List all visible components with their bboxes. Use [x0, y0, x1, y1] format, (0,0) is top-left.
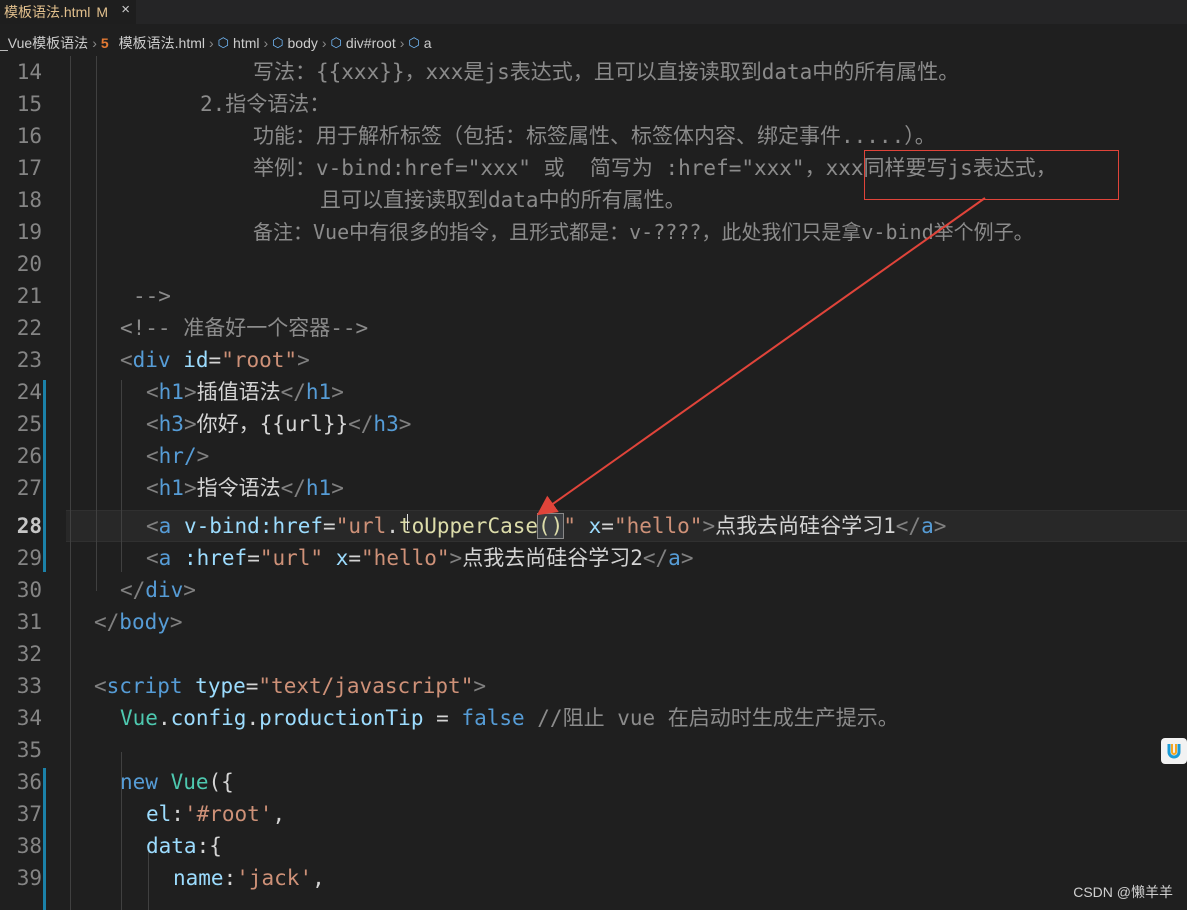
watermark: CSDN @懒羊羊: [1073, 884, 1173, 900]
annotation-arrow: [536, 197, 986, 516]
extension-icon[interactable]: [1161, 738, 1187, 764]
text-cursor-icon: [407, 514, 410, 530]
